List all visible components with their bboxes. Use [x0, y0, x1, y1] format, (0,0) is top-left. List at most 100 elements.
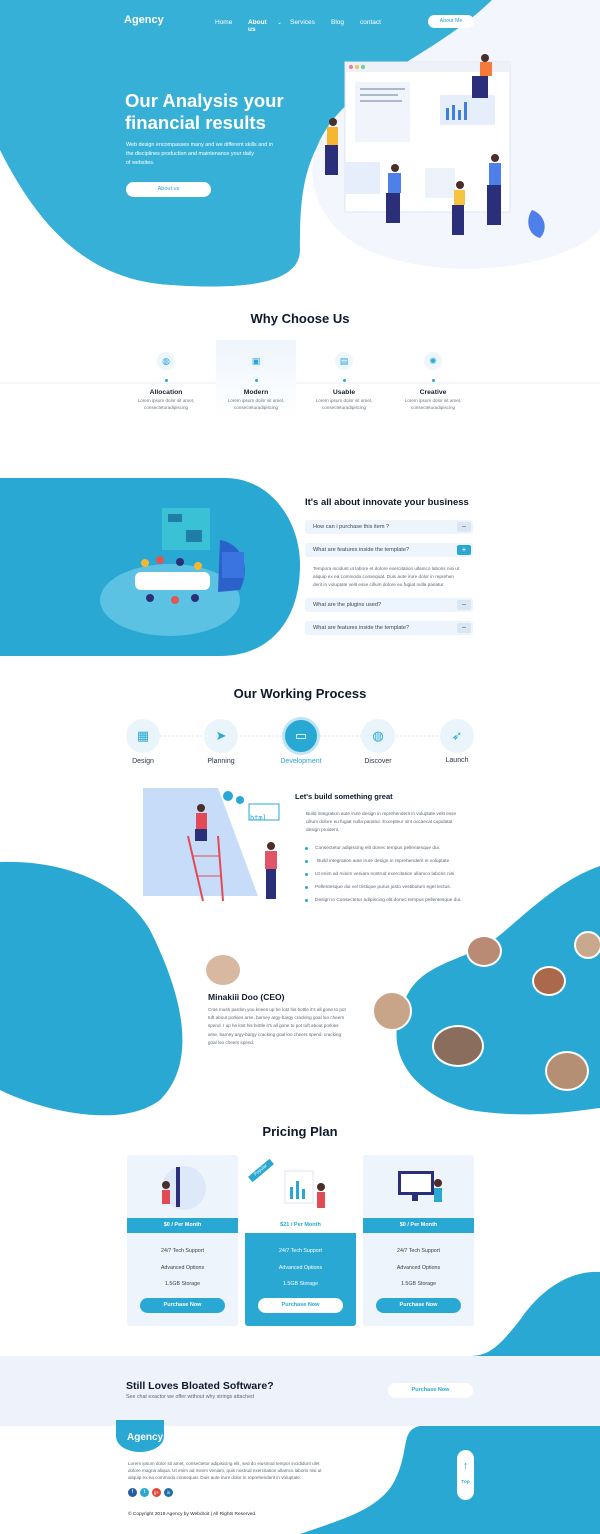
linkedin-icon[interactable]: in	[164, 1488, 173, 1497]
plan-feature: Advanced Options	[396, 1265, 441, 1271]
why-item-text: Lorem ipsum dolor sit amet,	[227, 398, 285, 403]
dot-marker	[431, 379, 435, 382]
html-tag-visual: html	[250, 814, 267, 822]
plan-feature: 24/7 Tech Support	[397, 1248, 440, 1254]
globe-icon: ◍	[157, 352, 175, 370]
palette-icon: ✺	[424, 352, 442, 370]
bullet-item: Pellentesque dui vel tristique purus jus…	[305, 885, 451, 890]
hero-title-line-2: financial results	[125, 112, 266, 133]
hero-desc-line: of websites.	[126, 160, 155, 166]
nav-about[interactable]: About us	[248, 19, 267, 33]
faq-question: What are features inside the template?	[313, 625, 410, 631]
faq-item[interactable]: What are the plugins used? −	[305, 598, 473, 612]
google-plus-icon[interactable]: g+	[152, 1488, 161, 1497]
process-title: Our Working Process	[233, 686, 367, 701]
arrow-up-icon: ↑	[462, 1460, 469, 1472]
faq-answer-line: Tempora incidunt ut labore et dolore exe…	[313, 566, 460, 571]
why-item-allocation: ◍ Allocation Lorem ipsum dolor sit amet,…	[126, 352, 206, 411]
plan-illustration	[162, 1166, 206, 1210]
plan-illustration	[398, 1171, 442, 1202]
purchase-now-button[interactable]: Purchase Now	[376, 1298, 461, 1313]
why-item-title: Modern	[243, 389, 269, 396]
footer-text: Lorem ipsum dolor sit amet, consectetur …	[128, 1460, 322, 1481]
build-title: Let's build something great	[295, 792, 393, 801]
purchase-now-button[interactable]: Purchase Now	[140, 1298, 225, 1313]
builders-illustration	[143, 788, 280, 902]
faq-item[interactable]: How can i purchase this item ? −	[305, 520, 473, 534]
step-label: Planning	[207, 758, 235, 765]
plan-feature: 1.5GB Storage	[282, 1281, 319, 1287]
image-icon: ▣	[247, 352, 265, 370]
plan-illustration	[284, 1170, 325, 1208]
about-me-button[interactable]: About Me	[428, 15, 474, 28]
plan-feature: 24/7 Tech Support	[279, 1248, 322, 1254]
monitor-icon[interactable]: ▭	[282, 717, 320, 755]
build-paragraph: Build integration aute irure design in r…	[306, 810, 456, 834]
step-label: Discover	[364, 758, 392, 765]
testimonial-name: Minakiii Doo (CEO)	[208, 992, 285, 1002]
build-paragraph-line: Build integration aute irure design in r…	[306, 811, 457, 816]
bullet-item: Consectetur adipiscing elit donec tempus…	[304, 846, 440, 851]
rocket-icon[interactable]: ➶	[440, 719, 474, 753]
brand-logo[interactable]: Agency	[124, 14, 164, 26]
twitter-icon[interactable]: t	[140, 1488, 149, 1497]
why-item-text: Lorem ipsum dolor sit amet,	[137, 398, 195, 403]
minus-icon[interactable]: −	[457, 522, 471, 532]
plan-price: $0 / Per Month	[127, 1218, 238, 1233]
globe-icon[interactable]: ◍	[361, 719, 395, 753]
plan-feature: 24/7 Tech Support	[161, 1248, 204, 1254]
hero-illustration	[325, 54, 545, 238]
document-icon: ▤	[335, 352, 353, 370]
nav-blog[interactable]: Blog	[331, 19, 344, 26]
paper-plane-icon[interactable]: ➤	[204, 719, 238, 753]
testimonial-line: Cras mush pardon you knees up he lost hi…	[208, 1007, 346, 1012]
nav-services[interactable]: Services	[290, 19, 315, 26]
dot-marker	[164, 379, 168, 382]
testimonial-text: Cras mush pardon you knees up he lost hi…	[208, 1006, 346, 1047]
hero-description: Web design encompasses many and we diffe…	[126, 141, 273, 168]
why-item-text: Lorem ipsum dolor sit amet,	[404, 398, 462, 403]
plan-feature: 1.5GB Storage	[164, 1281, 201, 1287]
faq-question: What are features inside the template?	[313, 547, 410, 553]
cta-purchase-button[interactable]: Purchase Now	[388, 1383, 473, 1398]
why-item-text: consecteturadipiscing	[410, 404, 456, 410]
faq-item-open[interactable]: What are features inside the template? +	[305, 543, 473, 557]
pricing-card: $0 / Per Month 24/7 Tech Support Advance…	[127, 1155, 238, 1326]
dot-marker	[254, 379, 258, 382]
client-avatar[interactable]	[532, 966, 566, 996]
build-paragraph-line: design proident.	[306, 827, 340, 832]
plan-feature: Advanced Options	[160, 1265, 205, 1271]
client-avatar[interactable]	[466, 935, 502, 967]
faq-answer-line: derit in voluptate velit esse cillum dol…	[313, 582, 445, 587]
back-to-top-button[interactable]: ↑ Top	[457, 1450, 474, 1500]
build-paragraph-line: cillum dolore eu fugiat nulla pariatur. …	[306, 819, 453, 824]
nav-home[interactable]: Home	[215, 19, 232, 26]
step-label: Design	[132, 758, 154, 765]
back-to-top-label: Top	[461, 1480, 470, 1485]
about-us-button[interactable]: About us	[126, 182, 211, 197]
faq-question: What are the plugins used?	[313, 602, 382, 608]
bullet-item: Design in Consectetur adipiscing elit do…	[304, 898, 461, 903]
footer-text-line: dolore magna aliqua. Ut enim ad minim ve…	[128, 1468, 322, 1473]
why-item-text: consecteturadipiscing	[233, 404, 279, 410]
client-avatar[interactable]	[432, 1025, 484, 1067]
cta-subtitle: See chat exactor we offer without why st…	[126, 1394, 254, 1400]
minus-icon[interactable]: −	[457, 623, 471, 633]
why-item-title: Allocation	[149, 389, 183, 396]
pricing-card: $0 / Per Month 24/7 Tech Support Advance…	[363, 1155, 474, 1326]
why-item-text: Lorem ipsum dolor sit amet,	[315, 398, 373, 403]
facebook-icon[interactable]: f	[128, 1488, 137, 1497]
client-avatar[interactable]	[545, 1051, 589, 1091]
faq-item[interactable]: What are features inside the template? −	[305, 621, 473, 635]
client-avatar[interactable]	[372, 991, 412, 1031]
plus-icon[interactable]: +	[457, 545, 471, 555]
step-label-active: Development	[280, 758, 322, 765]
footer-brand[interactable]: Agency	[127, 1432, 163, 1443]
client-avatar[interactable]	[574, 931, 600, 959]
purchase-now-button[interactable]: Purchase Now	[258, 1298, 343, 1313]
social-links: f t g+ in	[128, 1488, 173, 1497]
nav-contact[interactable]: contact	[360, 19, 381, 26]
minus-icon[interactable]: −	[457, 600, 471, 610]
design-icon[interactable]: ▦	[126, 719, 160, 753]
testimonial-line: spend. I up he lost his bottle it's all …	[208, 1023, 339, 1029]
